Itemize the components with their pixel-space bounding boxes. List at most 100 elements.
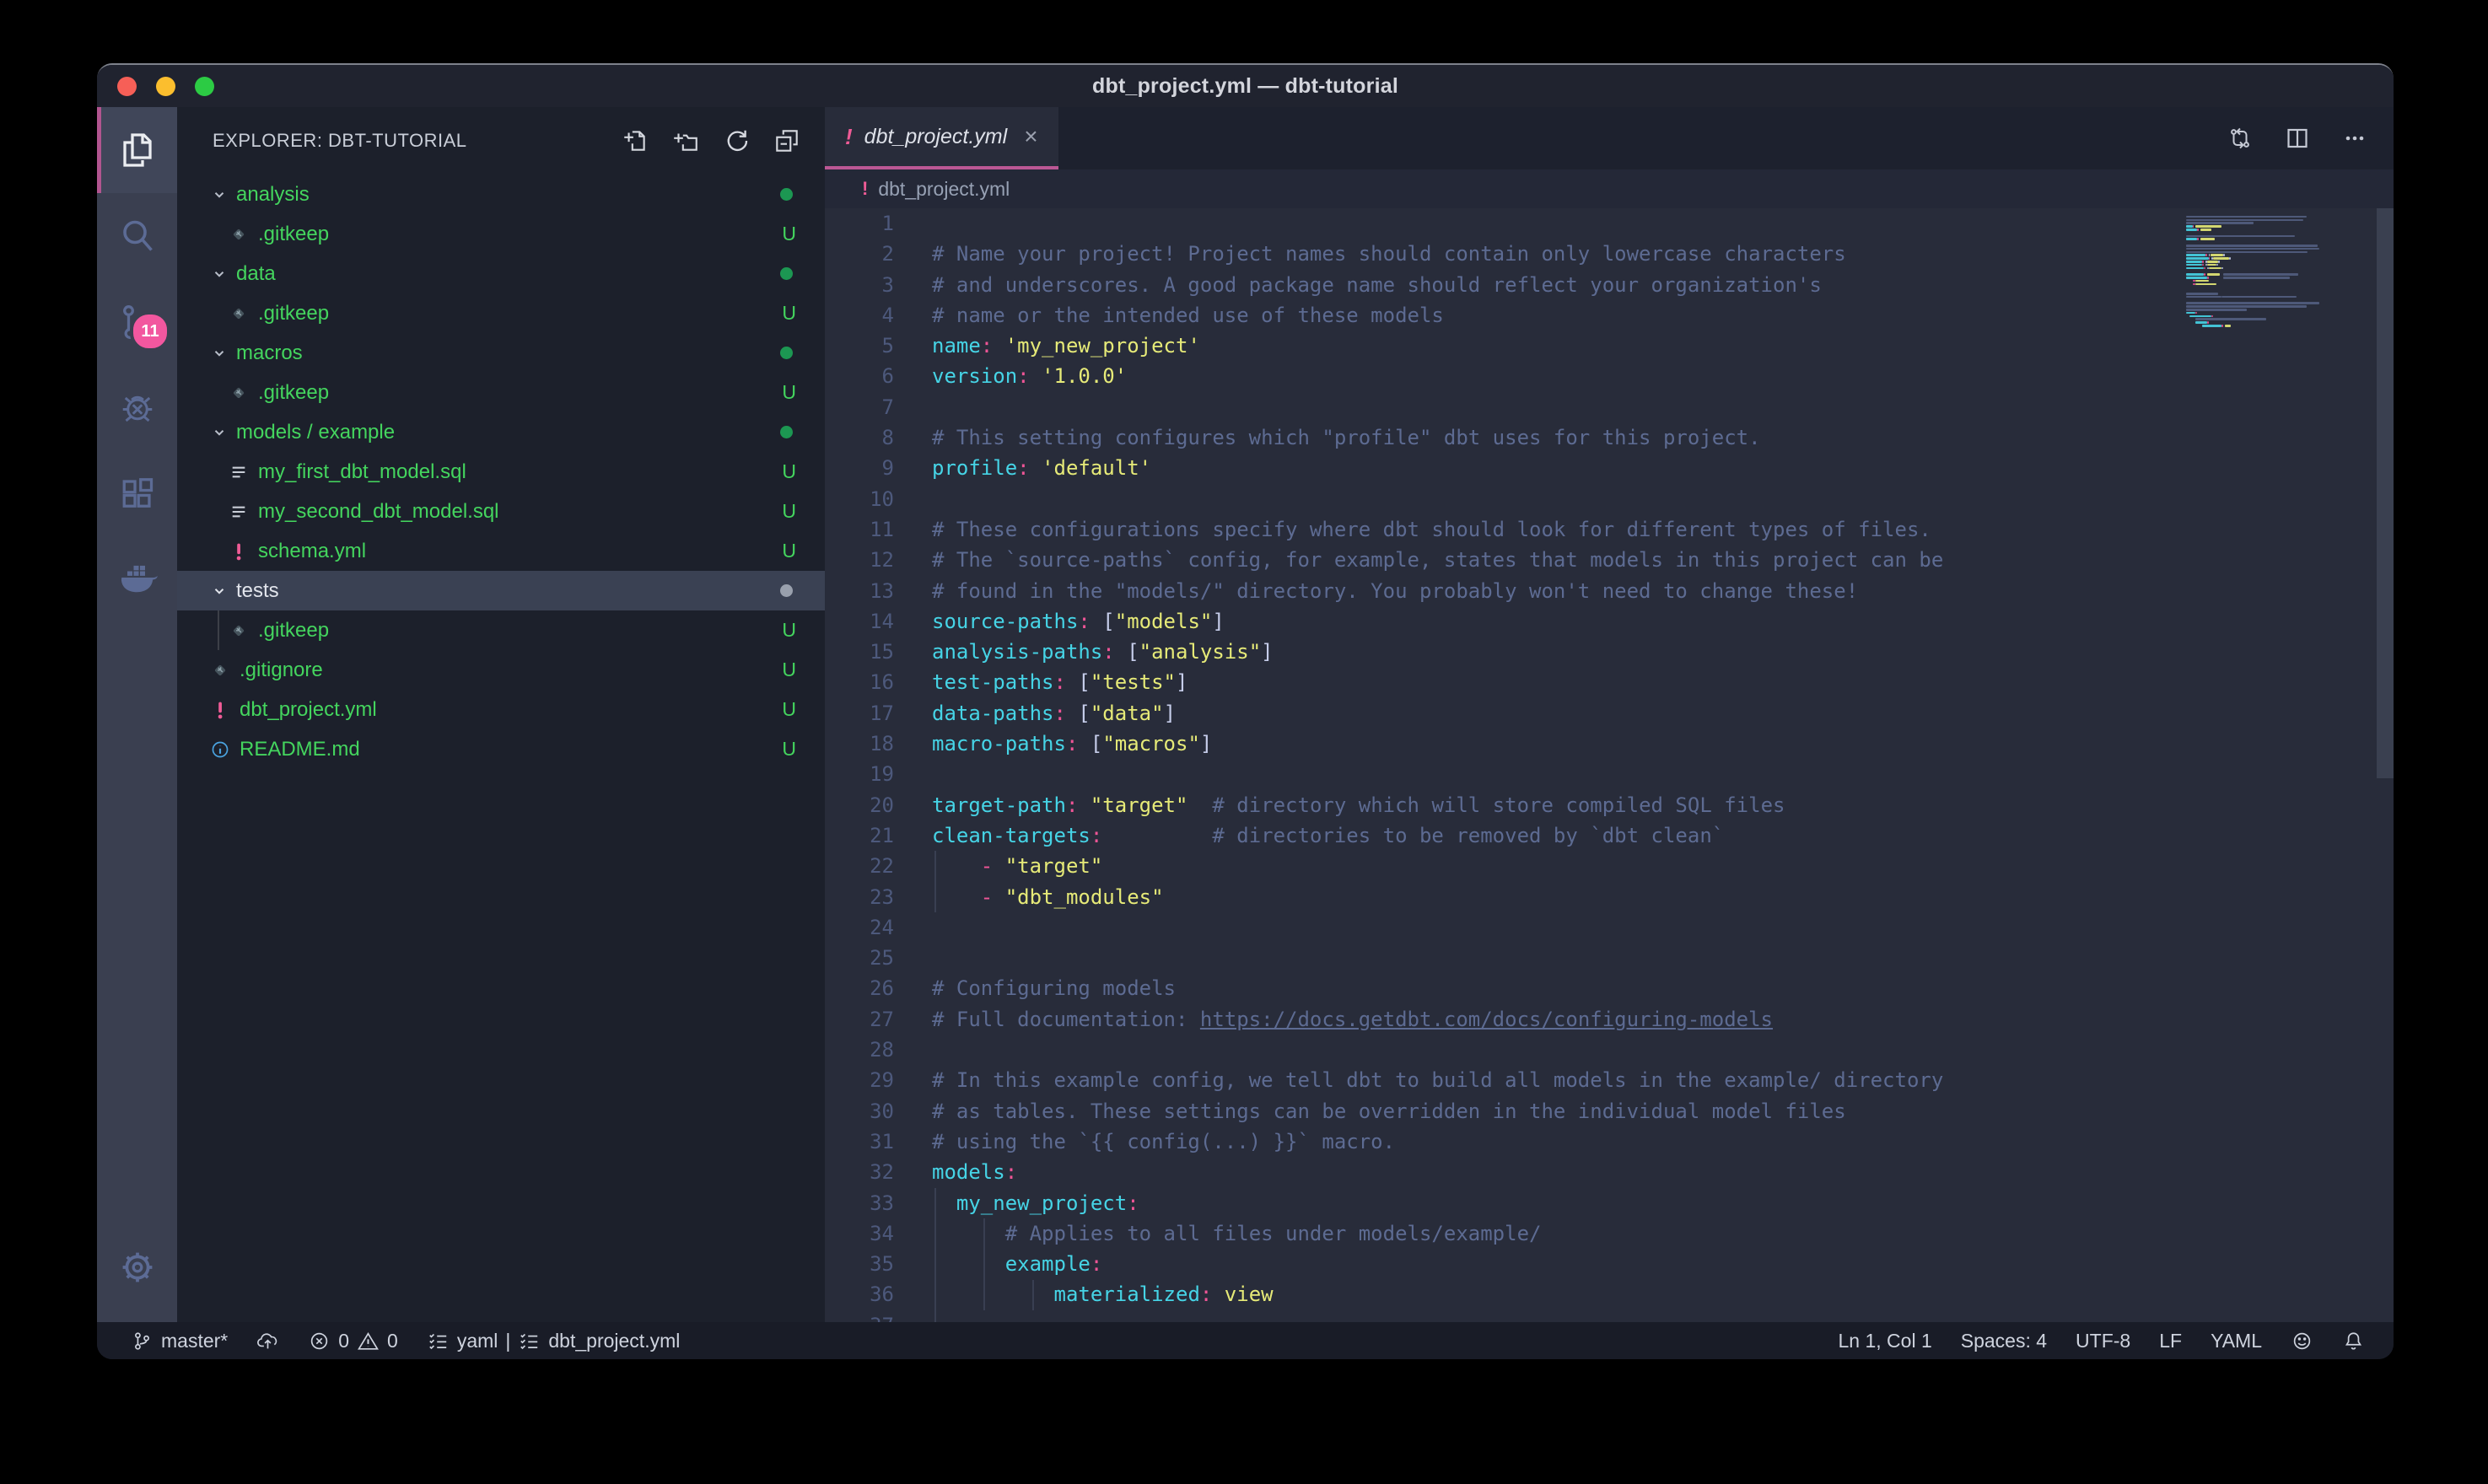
activity-debug[interactable] — [97, 365, 177, 451]
tree-item-schema-yml[interactable]: schema.ymlU — [177, 531, 825, 571]
activity-settings[interactable] — [97, 1224, 177, 1310]
split-editor-icon[interactable] — [2284, 125, 2311, 152]
code-line-17[interactable]: 17data-paths: ["data"] — [825, 698, 2394, 729]
tree-item-my-first-dbt-model-sql[interactable]: my_first_dbt_model.sqlU — [177, 452, 825, 492]
tree-item-analysis[interactable]: analysis — [177, 175, 825, 214]
activity-explorer[interactable] — [97, 107, 177, 193]
tree-item-gitkeep[interactable]: .gitkeepU — [177, 373, 825, 412]
tree-item-my-second-dbt-model-sql[interactable]: my_second_dbt_model.sqlU — [177, 492, 825, 531]
activity-search[interactable] — [97, 193, 177, 279]
code-line-36[interactable]: 36 materialized: view — [825, 1279, 2394, 1309]
code-line-4[interactable]: 4# name or the intended use of these mod… — [825, 300, 2394, 331]
code-line-13[interactable]: 13# found in the "models/" directory. Yo… — [825, 576, 2394, 606]
minimap-line — [2186, 309, 2247, 311]
status-cursor-position[interactable]: Ln 1, Col 1 — [1839, 1322, 1932, 1359]
status-problems[interactable]: 00 — [308, 1322, 398, 1359]
close-window-button[interactable] — [117, 77, 137, 96]
status-encoding[interactable]: UTF-8 — [2076, 1322, 2130, 1359]
line-number: 32 — [825, 1157, 894, 1187]
tree-item-gitignore[interactable]: .gitignoreU — [177, 650, 825, 690]
code-line-37[interactable]: 37 — [825, 1310, 2394, 1322]
token: "tests" — [1091, 670, 1176, 694]
token: materialized — [1054, 1282, 1200, 1306]
status-tasks[interactable]: yaml|dbt_project.yml — [427, 1322, 681, 1359]
code-line-5[interactable]: 5name: 'my_new_project' — [825, 331, 2394, 361]
code-line-25[interactable]: 25 — [825, 943, 2394, 973]
code-line-16[interactable]: 16test-paths: ["tests"] — [825, 667, 2394, 697]
code-line-26[interactable]: 26# Configuring models — [825, 973, 2394, 1003]
code-line-23[interactable]: 23 - "dbt_modules" — [825, 882, 2394, 912]
new-folder-icon[interactable] — [671, 126, 700, 155]
token: # and underscores. A good package name s… — [932, 273, 1822, 297]
code-line-29[interactable]: 29# In this example config, we tell dbt … — [825, 1065, 2394, 1095]
code-line-27[interactable]: 27# Full documentation: https://docs.get… — [825, 1004, 2394, 1035]
tree-item-readme-md[interactable]: README.mdU — [177, 729, 825, 769]
code-line-32[interactable]: 32models: — [825, 1157, 2394, 1187]
editor-scrollbar[interactable] — [2377, 208, 2394, 778]
file-label: my_first_dbt_model.sql — [258, 460, 466, 484]
code-line-18[interactable]: 18macro-paths: ["macros"] — [825, 729, 2394, 759]
tree-item-gitkeep[interactable]: .gitkeepU — [177, 610, 825, 650]
breadcrumb[interactable]: ! dbt_project.yml — [825, 169, 2394, 208]
status-git-branch[interactable]: master* — [131, 1322, 228, 1359]
code-line-8[interactable]: 8# This setting configures which "profil… — [825, 422, 2394, 453]
activity-source-control[interactable]: 11 — [97, 279, 177, 365]
tree-item-tests[interactable]: tests — [177, 571, 825, 610]
status-notifications[interactable] — [2342, 1322, 2365, 1359]
tree-item-models-example[interactable]: models / example — [177, 412, 825, 452]
tree-item-gitkeep[interactable]: .gitkeepU — [177, 214, 825, 254]
git-file-icon — [209, 659, 231, 681]
minimap[interactable] — [2181, 208, 2375, 1322]
collapse-folders-icon[interactable] — [773, 126, 801, 155]
status-indentation[interactable]: Spaces: 4 — [1961, 1322, 2047, 1359]
code-line-1[interactable]: 1 — [825, 208, 2394, 239]
code-line-28[interactable]: 28 — [825, 1035, 2394, 1065]
code-line-19[interactable]: 19 — [825, 759, 2394, 789]
line-number: 20 — [825, 790, 894, 820]
code-line-34[interactable]: 34 # Applies to all files under models/e… — [825, 1218, 2394, 1249]
code-line-15[interactable]: 15analysis-paths: ["analysis"] — [825, 637, 2394, 667]
minimap-line — [2195, 318, 2266, 320]
tree-item-data[interactable]: data — [177, 254, 825, 293]
code-line-14[interactable]: 14source-paths: ["models"] — [825, 606, 2394, 637]
tab-dbt-project-yml[interactable]: ! dbt_project.yml × — [825, 107, 1058, 169]
code-line-7[interactable]: 7 — [825, 392, 2394, 422]
tree-item-macros[interactable]: macros — [177, 333, 825, 373]
code-line-11[interactable]: 11# These configurations specify where d… — [825, 514, 2394, 545]
code-line-6[interactable]: 6version: '1.0.0' — [825, 361, 2394, 391]
refresh-explorer-icon[interactable] — [722, 126, 751, 155]
file-label: my_second_dbt_model.sql — [258, 500, 499, 524]
activity-extensions[interactable] — [97, 451, 177, 537]
code-line-2[interactable]: 2# Name your project! Project names shou… — [825, 239, 2394, 269]
code-line-9[interactable]: 9profile: 'default' — [825, 453, 2394, 483]
minimap-line — [2186, 254, 2205, 256]
code-line-21[interactable]: 21clean-targets: # directories to be rem… — [825, 820, 2394, 851]
code-line-35[interactable]: 35 example: — [825, 1249, 2394, 1279]
new-file-icon[interactable] — [621, 126, 649, 155]
status-feedback[interactable] — [2291, 1322, 2313, 1359]
more-actions-icon[interactable] — [2341, 125, 2368, 152]
status-language-mode[interactable]: YAML — [2211, 1322, 2262, 1359]
code-line-10[interactable]: 10 — [825, 484, 2394, 514]
line-number: 25 — [825, 943, 894, 973]
code-line-3[interactable]: 3# and underscores. A good package name … — [825, 270, 2394, 300]
status-eol[interactable]: LF — [2159, 1322, 2182, 1359]
code-line-12[interactable]: 12# The `source-paths` config, for examp… — [825, 545, 2394, 575]
code-line-33[interactable]: 33 my_new_project: — [825, 1188, 2394, 1218]
tree-item-dbt-project-yml[interactable]: dbt_project.ymlU — [177, 690, 825, 729]
code-line-22[interactable]: 22 - "target" — [825, 851, 2394, 881]
close-tab-icon[interactable]: × — [1024, 123, 1037, 150]
code-line-20[interactable]: 20target-path: "target" # directory whic… — [825, 790, 2394, 820]
code-editor[interactable]: 12# Name your project! Project names sho… — [825, 208, 2394, 1322]
zoom-window-button[interactable] — [195, 77, 214, 96]
code-line-24[interactable]: 24 — [825, 912, 2394, 943]
status-sync[interactable] — [256, 1322, 279, 1359]
code-line-31[interactable]: 31# using the `{{ config(...) }}` macro. — [825, 1126, 2394, 1157]
open-changes-icon[interactable] — [2227, 125, 2254, 152]
status-text: | — [505, 1330, 510, 1352]
activity-docker[interactable] — [97, 537, 177, 623]
minimize-window-button[interactable] — [156, 77, 175, 96]
status-text: UTF-8 — [2076, 1330, 2130, 1352]
tree-item-gitkeep[interactable]: .gitkeepU — [177, 293, 825, 333]
code-line-30[interactable]: 30# as tables. These settings can be ove… — [825, 1096, 2394, 1126]
